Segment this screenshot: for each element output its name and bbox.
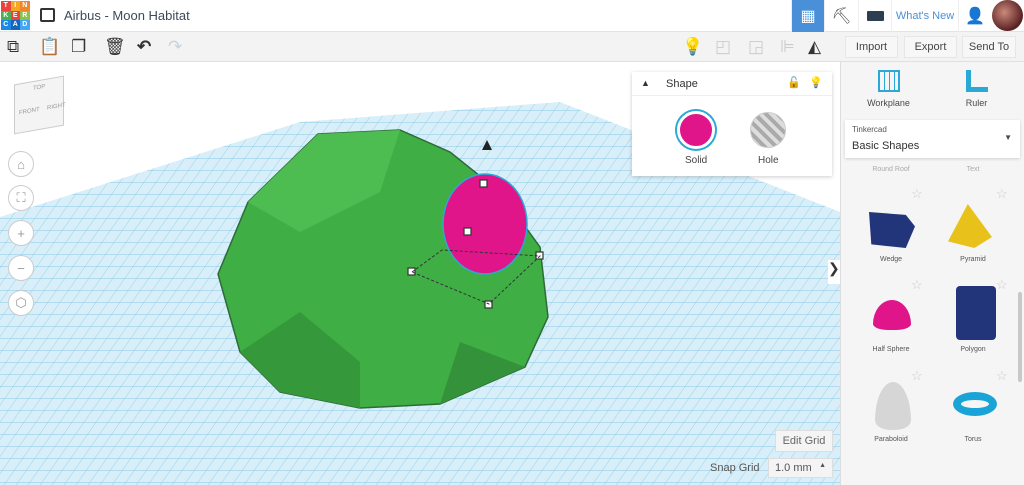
view-cube[interactable]: TOP FRONT RIGHT [14, 75, 66, 135]
home-view-button[interactable]: ⌂ [8, 151, 34, 177]
ruler-label: Ruler [965, 98, 988, 108]
hole-label: Hole [758, 155, 779, 166]
ungroup-icon[interactable]: ◲ [748, 37, 764, 57]
logo-letter: R [20, 10, 30, 20]
star-icon[interactable]: ☆ [911, 186, 923, 202]
shape-label: Round Roof [872, 166, 910, 173]
edit-toolbar: ⧉ 📋 ❐ 🗑 ↶ ↷ 💡 ◰ ◲ ⊫ ◭ Import Export Send… [0, 32, 1024, 62]
tinkercad-logo[interactable]: T I N K E R C A D [1, 1, 30, 30]
edit-grid-button[interactable]: Edit Grid [775, 430, 833, 452]
paste-icon[interactable]: 📋 [39, 37, 60, 57]
avatar[interactable] [992, 0, 1023, 31]
shape-label: Half Sphere [872, 346, 910, 353]
view-cube-front[interactable]: FRONT [19, 107, 40, 117]
lightbulb-icon[interactable]: 💡 [809, 76, 823, 89]
logo-letter: K [1, 10, 11, 20]
lock-icon[interactable]: 🔓 [787, 76, 801, 89]
workplane-label: Workplane [867, 98, 910, 108]
shape-label: Torus [964, 436, 982, 443]
perspective-button[interactable]: ⬡ [8, 290, 34, 316]
cube-icon: ⬡ [15, 295, 27, 310]
import-button[interactable]: Import [845, 36, 898, 58]
design-list-icon[interactable] [40, 8, 55, 22]
star-icon[interactable]: ☆ [996, 277, 1008, 293]
star-icon[interactable]: ☆ [996, 186, 1008, 202]
logo-letter: E [10, 10, 20, 20]
whats-new-link[interactable]: What's New [891, 0, 958, 32]
shape-label: Text [966, 166, 980, 173]
star-icon[interactable]: ☆ [911, 277, 923, 293]
zoom-out-button[interactable]: − [8, 255, 34, 281]
redo-icon[interactable]: ↷ [168, 37, 182, 57]
workplane-button[interactable]: Workplane [861, 70, 916, 108]
codeblocks-button[interactable]: ⛏ [824, 0, 858, 32]
bricks-button[interactable] [858, 0, 891, 32]
logo-letter: C [1, 20, 11, 30]
selected-half-sphere[interactable] [442, 173, 528, 275]
collapse-icon[interactable]: ▲ [641, 78, 650, 88]
plus-icon: + [17, 225, 25, 241]
star-icon[interactable]: ☆ [911, 368, 923, 384]
top-bar: T I N K E R C A D Airbus - Moon Habitat … [0, 0, 1024, 32]
export-button[interactable]: Export [904, 36, 957, 58]
dropdown-icon: ▼ [1004, 133, 1012, 142]
collapse-sidebar-button[interactable]: ❯ [828, 260, 840, 284]
add-user-button[interactable]: 👤 [958, 0, 991, 32]
add-user-icon: 👤 [965, 8, 985, 25]
shape-label: Pyramid [960, 256, 986, 263]
snap-grid-value: 1.0 mm [775, 462, 812, 474]
mirror-icon[interactable]: ◭ [808, 37, 821, 57]
logo-letter: T [1, 1, 11, 11]
solid-label: Solid [685, 155, 708, 166]
lightbulb-icon[interactable]: 💡 [682, 37, 703, 57]
pickaxe-icon: ⛏ [831, 8, 852, 25]
library-select[interactable]: Tinkercad Basic Shapes ▼ [845, 120, 1020, 158]
shape-library-sidebar: Workplane Ruler Tinkercad Basic Shapes ▼… [840, 62, 1024, 485]
send-to-button[interactable]: Send To [962, 36, 1016, 58]
design-title[interactable]: Airbus - Moon Habitat [64, 8, 190, 23]
hole-option[interactable] [750, 112, 786, 148]
view-cube-right[interactable]: RIGHT [47, 102, 66, 111]
solid-option[interactable] [677, 111, 715, 149]
logo-letter: I [10, 1, 20, 11]
snap-grid-select[interactable]: 1.0 mm ▲ [768, 458, 833, 478]
logo-letter: D [20, 20, 30, 30]
fit-view-button[interactable]: ⛶ [8, 185, 34, 211]
brick-icon [866, 11, 884, 21]
home-icon: ⌂ [17, 156, 25, 172]
logo-letter: N [20, 1, 30, 11]
inspector-title: Shape [666, 78, 698, 90]
copy-icon[interactable]: ⧉ [7, 37, 19, 57]
caret-icon: ▲ [819, 462, 826, 469]
fit-icon: ⛶ [16, 190, 26, 205]
view-cube-top[interactable]: TOP [33, 84, 45, 92]
duplicate-icon[interactable]: ❐ [71, 37, 86, 57]
sidebar-scrollbar[interactable] [1018, 292, 1022, 382]
grid-icon: ▦ [800, 8, 816, 25]
minus-icon: − [17, 260, 25, 276]
shape-label: Polygon [960, 346, 986, 353]
shape-label: Paraboloid [874, 436, 908, 443]
snap-grid-label: Snap Grid [710, 462, 760, 474]
logo-letter: A [10, 20, 20, 30]
delete-icon[interactable]: 🗑 [104, 37, 126, 57]
ruler-button[interactable]: Ruler [949, 70, 1004, 108]
ruler-icon [965, 70, 988, 92]
zoom-in-button[interactable]: + [8, 220, 34, 246]
shape-inspector: ▲ Shape 🔓 💡 Solid Hole [632, 72, 832, 176]
library-value: Basic Shapes [852, 140, 920, 152]
align-icon[interactable]: ⊫ [780, 37, 795, 57]
3d-view-grid-button[interactable]: ▦ [791, 0, 824, 32]
star-icon[interactable]: ☆ [996, 368, 1008, 384]
shape-label: Wedge [879, 256, 903, 263]
library-group-label: Tinkercad [852, 125, 887, 134]
group-icon[interactable]: ◰ [715, 37, 731, 57]
undo-icon[interactable]: ↶ [137, 37, 151, 57]
workplane-icon [877, 70, 900, 92]
